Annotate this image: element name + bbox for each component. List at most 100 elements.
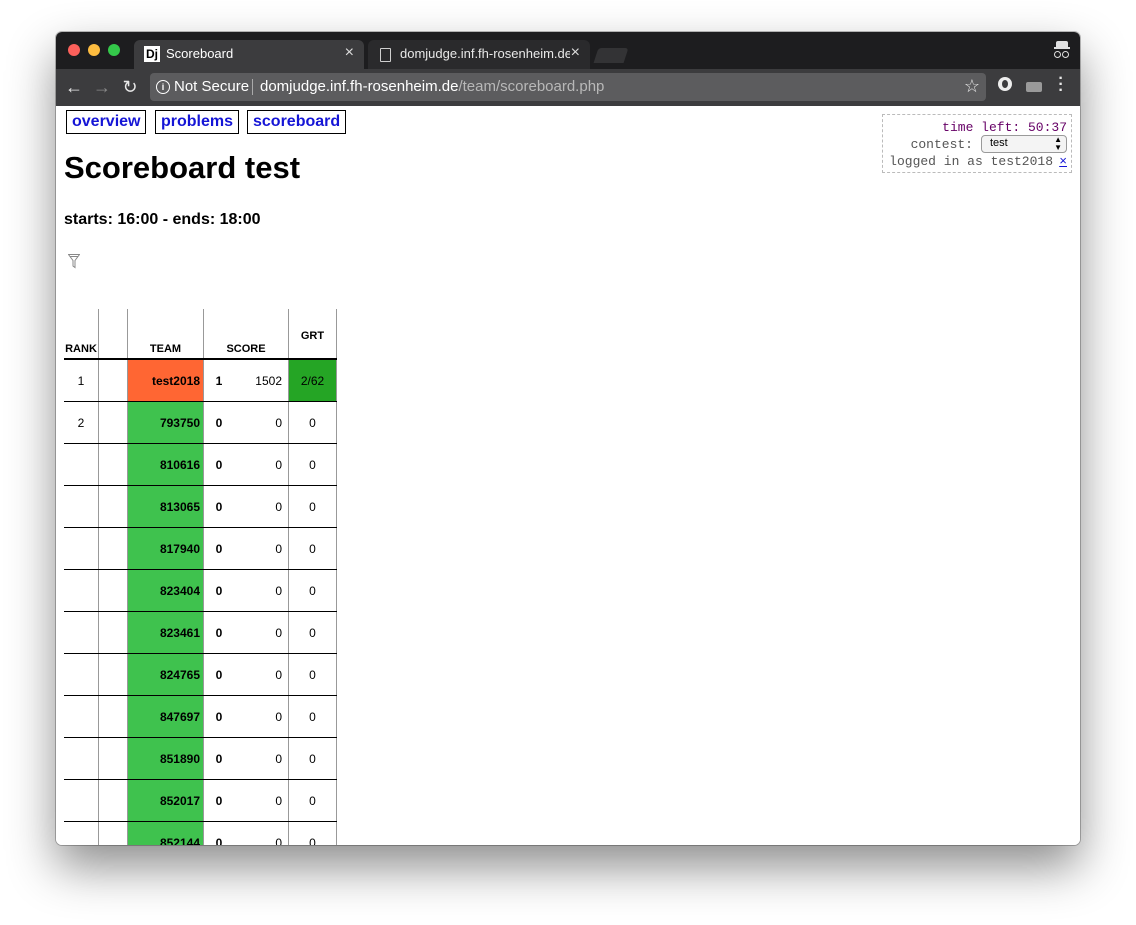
minimize-window-button[interactable] [88,44,100,56]
browser-window: Dj Scoreboard × domjudge.inf.fh-rosenhei… [56,32,1080,845]
table-row[interactable]: 847697 0 0 0 [64,695,337,738]
problem-score-cell: 0 [288,779,337,822]
rank-cell [64,779,99,822]
reload-icon[interactable]: ↻ [118,75,142,99]
solved-count-cell: 0 [203,443,234,486]
affiliation-cell [98,359,128,402]
affiliation-cell [98,485,128,528]
camera-extension-icon[interactable] [1026,82,1042,92]
tab-close-icon[interactable]: × [345,44,354,62]
scoreboard-header-row: RANK TEAM SCORE GRT [64,309,337,359]
contest-times: starts: 16:00 - ends: 18:00 [64,211,261,228]
table-row[interactable]: 851890 0 0 0 [64,737,337,780]
rank-cell [64,611,99,654]
problem-score-cell: 0 [288,401,337,444]
team-name-cell: 852017 [127,779,204,822]
table-row[interactable]: 852017 0 0 0 [64,779,337,822]
security-label[interactable]: Not Secure [174,78,249,95]
table-row[interactable]: 823404 0 0 0 [64,569,337,612]
table-row[interactable]: 813065 0 0 0 [64,485,337,528]
solved-count-cell: 1 [203,359,234,402]
affiliation-cell [98,821,128,845]
menu-overview-link[interactable]: overview [66,110,147,134]
rank-cell [64,443,99,486]
penalty-time-cell: 0 [234,695,289,738]
page-content: overview problems scoreboard time left: … [56,106,1080,845]
problem-score-cell: 0 [288,737,337,780]
bookmark-star-icon[interactable]: ☆ [964,76,980,97]
rank-cell [64,653,99,696]
affiliation-header [98,309,128,359]
problem-score-cell: 0 [288,653,337,696]
solved-count-cell: 0 [203,485,234,528]
table-row[interactable]: 1 test2018 1 1502 2/62 [64,359,337,402]
contest-select[interactable]: test ▲ ▼ [981,135,1067,153]
browser-menu-icon[interactable]: · · · [1056,71,1066,99]
problem-score-cell: 0 [288,821,337,845]
extension-icon[interactable] [998,77,1012,91]
affiliation-cell [98,737,128,780]
back-icon[interactable]: ← [62,75,86,99]
solved-count-cell: 0 [203,695,234,738]
team-name-cell: 813065 [127,485,204,528]
rank-cell [64,821,99,845]
solved-count-cell: 0 [203,611,234,654]
contest-info-box: time left: 50:37 contest: test ▲ ▼ logged… [882,114,1072,173]
penalty-time-cell: 0 [234,443,289,486]
menu-problems-link[interactable]: problems [155,110,240,134]
table-row[interactable]: 817940 0 0 0 [64,527,337,570]
problem-score-cell: 0 [288,611,337,654]
divider [252,79,253,95]
close-window-button[interactable] [68,44,80,56]
rank-cell [64,737,99,780]
team-name-cell: 793750 [127,401,204,444]
url-text[interactable]: domjudge.inf.fh-rosenheim.de/team/scoreb… [260,78,604,95]
forward-icon[interactable]: → [90,75,114,99]
rank-cell: 1 [64,359,99,402]
penalty-time-cell: 0 [234,569,289,612]
tab-domjudge[interactable]: domjudge.inf.fh-rosenheim.de/ × [368,40,590,69]
filter-icon[interactable] [68,254,80,269]
address-bar[interactable]: i Not Secure domjudge.inf.fh-rosenheim.d… [150,73,986,101]
info-icon[interactable]: i [156,80,170,94]
penalty-time-cell: 0 [234,821,289,845]
problem-header-grt[interactable]: GRT [288,309,337,359]
domjudge-favicon-icon: Dj [144,46,160,62]
table-row[interactable]: 824765 0 0 0 [64,653,337,696]
scoreboard-table: RANK TEAM SCORE GRT 1 test2018 1 1502 2/62 2 7… [64,309,337,845]
solved-count-cell: 0 [203,401,234,444]
penalty-time-cell: 0 [234,485,289,528]
team-name-cell: 847697 [127,695,204,738]
solved-count-cell: 0 [203,821,234,845]
menu-scoreboard-link[interactable]: scoreboard [247,110,347,134]
tab-title: domjudge.inf.fh-rosenheim.de/ [400,46,570,61]
table-row[interactable]: 2 793750 0 0 0 [64,401,337,444]
tab-strip: Dj Scoreboard × domjudge.inf.fh-rosenhei… [56,32,1080,69]
new-tab-button[interactable] [593,48,629,63]
table-row[interactable]: 852144 0 0 0 [64,821,337,845]
team-name-cell: 823404 [127,569,204,612]
logout-link[interactable]: × [1059,154,1067,169]
problem-score-cell: 0 [288,485,337,528]
tab-close-icon[interactable]: × [571,44,580,62]
solved-count-cell: 0 [203,569,234,612]
select-arrows-icon: ▲ ▼ [1054,135,1062,152]
browser-toolbar: ← → ↻ i Not Secure domjudge.inf.fh-rosen… [56,69,1080,106]
affiliation-cell [98,527,128,570]
rank-cell [64,527,99,570]
affiliation-cell [98,695,128,738]
solved-count-cell: 0 [203,779,234,822]
penalty-time-cell: 1502 [234,359,289,402]
incognito-icon [1054,41,1070,59]
time-left: time left: 50:37 [942,120,1067,135]
document-icon [380,48,391,62]
table-row[interactable]: 823461 0 0 0 [64,611,337,654]
zoom-window-button[interactable] [108,44,120,56]
contest-select-value: test [990,137,1008,149]
problem-score-cell: 0 [288,527,337,570]
tab-scoreboard[interactable]: Dj Scoreboard × [134,40,364,69]
logged-in-user: logged in as test2018 [889,154,1053,169]
scoreboard-body: 1 test2018 1 1502 2/62 2 793750 0 0 0 810616 0 0 0 813… [64,359,337,845]
penalty-time-cell: 0 [234,611,289,654]
table-row[interactable]: 810616 0 0 0 [64,443,337,486]
